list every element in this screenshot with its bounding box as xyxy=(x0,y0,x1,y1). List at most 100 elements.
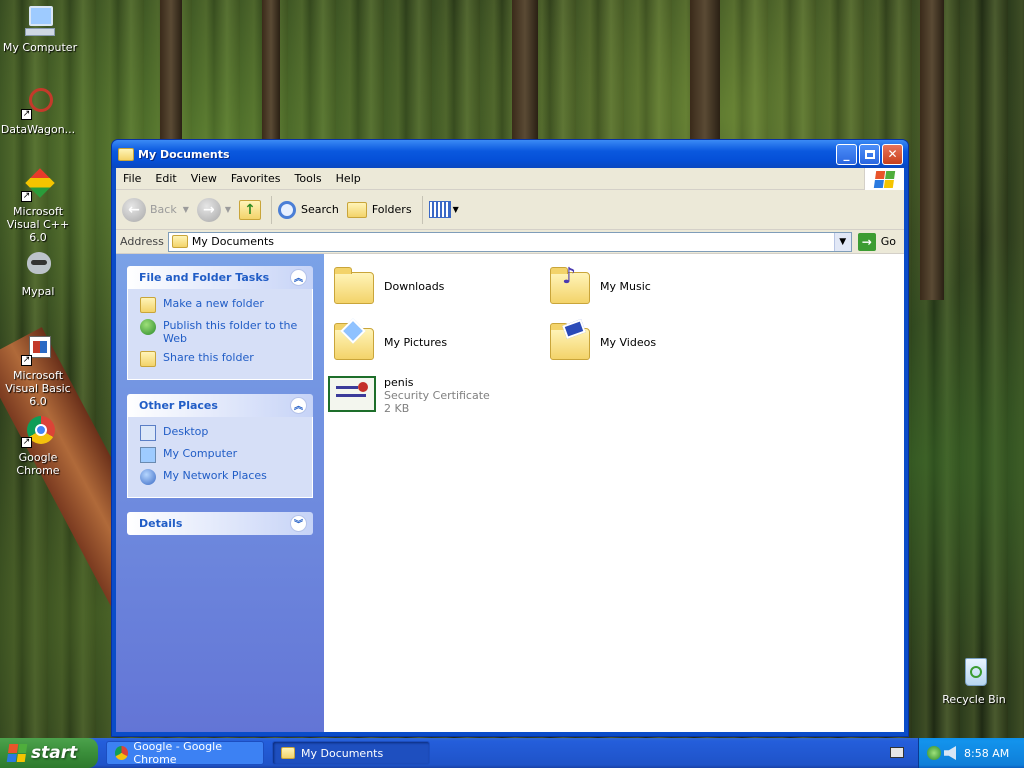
desktop-icon-mypal[interactable]: Mypal xyxy=(0,248,78,298)
forward-button[interactable]: → ▼ xyxy=(196,197,232,222)
toolbar-separator xyxy=(271,195,273,224)
desktop-icon-datawagon[interactable]: ↗ DataWagon... xyxy=(0,86,78,136)
chevron-down-icon: ▼ xyxy=(839,236,847,247)
standard-toolbar: ← Back ▼ → ▼ ↑ Search Folders ▼ xyxy=(116,190,904,230)
certificate-icon xyxy=(328,376,376,420)
mypal-raccoon-icon xyxy=(21,248,55,282)
desktop-icon-visual-basic[interactable]: ↗ Microsoft Visual Basic 6.0 xyxy=(0,332,78,408)
window-titlebar[interactable]: My Documents _ ✕ xyxy=(112,140,908,168)
menu-edit[interactable]: Edit xyxy=(148,172,183,185)
tree-trunk xyxy=(262,0,280,140)
computer-icon xyxy=(140,447,156,463)
address-bar: Address My Documents ▼ → Go xyxy=(116,230,904,254)
address-dropdown-button[interactable]: ▼ xyxy=(833,232,851,251)
back-button[interactable]: ← Back ▼ xyxy=(122,197,189,222)
globe-icon xyxy=(140,319,156,335)
windows-flag-icon xyxy=(6,744,28,762)
folder-icon xyxy=(281,747,295,759)
taskbar-button-chrome[interactable]: Google - Google Chrome xyxy=(106,740,264,766)
windows-logo-icon xyxy=(864,168,904,190)
task-make-new-folder[interactable]: Make a new folder xyxy=(140,297,304,313)
folder-item-downloads[interactable]: Downloads xyxy=(332,266,444,310)
views-button[interactable]: ▼ xyxy=(428,201,459,218)
tree-trunk xyxy=(512,0,538,140)
folders-icon xyxy=(346,201,367,218)
place-my-network-places[interactable]: My Network Places xyxy=(140,469,304,485)
search-icon xyxy=(278,200,297,219)
new-folder-icon xyxy=(140,297,156,313)
maximize-icon xyxy=(864,149,875,159)
desktop-icon xyxy=(140,425,156,441)
chrome-icon: ↗ xyxy=(21,414,55,448)
task-publish-to-web[interactable]: Publish this folder to the Web xyxy=(140,319,304,345)
computer-icon xyxy=(23,4,57,38)
tree-trunk xyxy=(920,0,944,300)
details-panel: Details ︾ xyxy=(127,512,313,535)
recycle-bin-icon xyxy=(957,656,991,690)
go-arrow-icon: → xyxy=(857,232,876,251)
tree-trunk xyxy=(160,0,182,140)
folder-icon xyxy=(171,235,188,248)
menu-bar: File Edit View Favorites Tools Help xyxy=(116,168,904,190)
pictures-folder-icon xyxy=(332,318,376,366)
place-desktop[interactable]: Desktop xyxy=(140,425,304,441)
forward-arrow-icon: → xyxy=(196,197,221,222)
file-size: 2 KB xyxy=(384,402,410,415)
maximize-button[interactable] xyxy=(859,143,880,165)
folders-button[interactable]: Folders xyxy=(346,201,412,218)
details-header[interactable]: Details ︾ xyxy=(127,512,313,535)
folder-icon xyxy=(118,147,134,161)
file-folder-tasks-header[interactable]: File and Folder Tasks ︽ xyxy=(127,266,313,289)
folder-item-my-music[interactable]: ♪ My Music xyxy=(548,264,651,310)
back-arrow-icon: ← xyxy=(122,197,146,222)
chrome-icon xyxy=(115,746,129,760)
shortcut-arrow-icon: ↗ xyxy=(21,191,32,202)
chevron-down-icon: ▼ xyxy=(224,205,232,214)
start-button[interactable]: start xyxy=(0,738,98,768)
network-icon[interactable] xyxy=(927,746,941,760)
other-places-header[interactable]: Other Places ︽ xyxy=(127,394,313,417)
collapse-chevron-icon: ︽ xyxy=(290,269,307,286)
keyboard-icon[interactable] xyxy=(890,747,904,758)
folder-item-my-pictures[interactable]: My Pictures xyxy=(332,318,447,366)
close-button[interactable]: ✕ xyxy=(882,143,903,165)
desktop-icon-recycle-bin[interactable]: Recycle Bin xyxy=(934,656,1014,706)
go-button[interactable]: → Go xyxy=(852,232,904,251)
volume-icon[interactable] xyxy=(944,746,956,760)
address-input[interactable]: My Documents ▼ xyxy=(167,231,852,252)
window-body: File and Folder Tasks ︽ Make a new folde… xyxy=(116,254,904,732)
folder-icon xyxy=(332,266,376,310)
visual-basic-icon: ↗ xyxy=(21,332,55,366)
music-folder-icon: ♪ xyxy=(548,264,592,310)
menu-help[interactable]: Help xyxy=(329,172,368,185)
explorer-window: My Documents _ ✕ File Edit View Favorite… xyxy=(111,139,909,737)
visual-studio-icon: ↗ xyxy=(21,168,55,202)
task-share-folder[interactable]: Share this folder xyxy=(140,351,304,367)
menu-favorites[interactable]: Favorites xyxy=(224,172,288,185)
minimize-icon: _ xyxy=(843,147,850,161)
place-my-computer[interactable]: My Computer xyxy=(140,447,304,463)
clock[interactable]: 8:58 AM xyxy=(964,747,1009,760)
file-name: penis xyxy=(384,376,414,389)
share-folder-icon xyxy=(140,351,156,367)
toolbar-separator xyxy=(421,195,423,224)
desktop-icon-my-computer[interactable]: My Computer xyxy=(0,4,80,54)
taskbar-button-my-documents[interactable]: My Documents xyxy=(272,741,430,765)
chevron-down-icon: ▼ xyxy=(182,205,189,214)
file-item-certificate[interactable]: penis Security Certificate 2 KB xyxy=(328,376,490,420)
menu-tools[interactable]: Tools xyxy=(288,172,329,185)
desktop-icon-visual-cpp[interactable]: ↗ Microsoft Visual C++ 6.0 xyxy=(0,168,78,244)
minimize-button[interactable]: _ xyxy=(836,143,857,165)
shortcut-arrow-icon: ↗ xyxy=(21,109,32,120)
up-folder-icon: ↑ xyxy=(239,199,262,220)
menu-view[interactable]: View xyxy=(184,172,224,185)
folder-item-my-videos[interactable]: My Videos xyxy=(548,319,656,366)
desktop-icon-google-chrome[interactable]: ↗ Google Chrome xyxy=(0,414,78,477)
close-icon: ✕ xyxy=(887,147,898,161)
chevron-down-icon: ▼ xyxy=(452,205,459,214)
collapse-chevron-icon: ︽ xyxy=(290,397,307,414)
file-list: Downloads ♪ My Music My Pictures My Vide… xyxy=(324,254,904,732)
up-folder-button[interactable]: ↑ xyxy=(239,199,262,220)
search-button[interactable]: Search xyxy=(278,200,339,219)
menu-file[interactable]: File xyxy=(116,172,148,185)
